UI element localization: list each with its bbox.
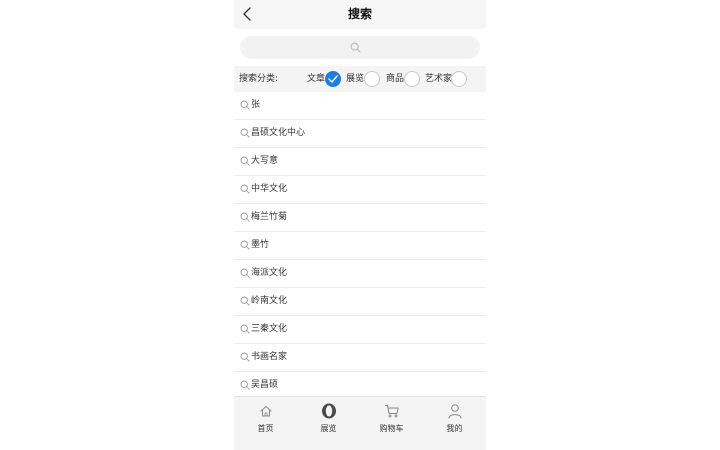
radio-unchecked-icon[interactable] xyxy=(404,71,420,87)
radio-unchecked-icon[interactable] xyxy=(364,71,380,87)
history-item[interactable]: 墨竹 xyxy=(234,232,486,260)
radio-unchecked-icon[interactable] xyxy=(451,71,467,87)
bottom-tab-bar: 首页 展览 购物车 我的 xyxy=(234,396,486,450)
search-input[interactable] xyxy=(240,36,480,59)
home-icon xyxy=(260,406,271,417)
search-icon xyxy=(240,212,250,222)
category-option-article[interactable]: 文章 xyxy=(307,71,341,88)
category-option-exhibition[interactable]: 展览 xyxy=(346,71,380,88)
search-icon xyxy=(240,296,250,306)
history-item[interactable]: 张 xyxy=(234,92,486,120)
history-item[interactable]: 三秦文化 xyxy=(234,316,486,344)
search-icon xyxy=(240,100,250,110)
radio-checked-icon[interactable] xyxy=(325,71,341,87)
category-option-label: 展览 xyxy=(346,74,365,84)
history-item[interactable]: 中华文化 xyxy=(234,176,486,204)
history-item[interactable]: 昌硕文化中心 xyxy=(234,120,486,148)
history-item[interactable]: 书画名家 xyxy=(234,344,486,372)
tab-label: 首页 xyxy=(257,424,274,433)
tab-mine[interactable]: 我的 xyxy=(423,397,486,450)
history-item-text: 大写意 xyxy=(251,156,279,166)
history-item-text: 昌硕文化中心 xyxy=(251,128,306,138)
history-item-text: 梅兰竹菊 xyxy=(251,212,288,222)
search-icon xyxy=(240,156,250,166)
navigation-bar: 搜索 xyxy=(234,0,486,29)
search-icon xyxy=(240,380,250,390)
search-icon xyxy=(240,352,250,362)
tab-home[interactable]: 首页 xyxy=(234,397,297,450)
search-icon xyxy=(240,240,250,250)
search-icon xyxy=(240,268,250,278)
history-item-text: 三秦文化 xyxy=(251,324,288,334)
tab-label: 购物车 xyxy=(379,424,404,433)
category-option-product[interactable]: 商品 xyxy=(386,71,420,88)
history-item-text: 吴昌硕 xyxy=(251,380,279,390)
checkmark-icon xyxy=(328,75,338,83)
category-option-label: 商品 xyxy=(386,74,405,84)
history-item[interactable]: 海派文化 xyxy=(234,260,486,288)
history-item[interactable]: 梅兰竹菊 xyxy=(234,204,486,232)
search-icon xyxy=(240,184,250,194)
user-icon xyxy=(448,404,461,419)
search-category-bar: 搜索分类: 文章 展览 商品 艺术家 xyxy=(234,66,486,92)
history-item[interactable]: 大写意 xyxy=(234,148,486,176)
history-item-text: 书画名家 xyxy=(251,352,288,362)
search-area xyxy=(234,29,486,66)
history-item-text: 海派文化 xyxy=(251,268,288,278)
tab-exhibition[interactable]: 展览 xyxy=(297,397,360,450)
history-item-text: 岭南文化 xyxy=(251,296,288,306)
history-item-text: 墨竹 xyxy=(251,240,270,250)
tab-label: 我的 xyxy=(446,424,463,433)
category-option-artist[interactable]: 艺术家 xyxy=(425,71,467,88)
exhibition-icon xyxy=(321,403,336,419)
tab-label: 展览 xyxy=(320,424,337,433)
cart-icon xyxy=(384,405,399,418)
history-item[interactable]: 岭南文化 xyxy=(234,288,486,316)
search-icon xyxy=(240,324,250,334)
page-title: 搜索 xyxy=(347,7,372,21)
category-label: 搜索分类: xyxy=(239,74,279,84)
search-icon xyxy=(240,128,250,138)
category-option-label: 艺术家 xyxy=(425,74,453,84)
history-item-text: 中华文化 xyxy=(251,184,288,194)
search-history-list: 张 昌硕文化中心 大写意 中华文化 梅兰竹菊 墨竹 海派文化 岭南文化 三秦文化… xyxy=(234,92,486,400)
category-option-label: 文章 xyxy=(307,74,326,84)
tab-cart[interactable]: 购物车 xyxy=(360,397,423,450)
history-item-text: 张 xyxy=(251,100,261,110)
phone-screen: 搜索 搜索分类: 文章 展览 商品 艺术家 张 昌硕文化中心 大写意 中华文化 … xyxy=(234,0,486,450)
